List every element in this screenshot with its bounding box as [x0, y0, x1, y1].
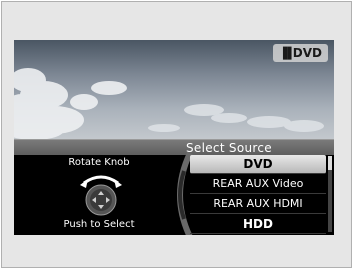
video-preview: ▐▌ DVD: [14, 40, 334, 139]
source-panel: Rotate Knob Push to Select DVD REAR AUX …: [14, 151, 334, 235]
page-frame: ▐▌ DVD Select Source Rotate Knob Push to…: [1, 1, 352, 268]
hdd-h-icon: ▐▌: [278, 46, 296, 60]
push-to-select-hint: Push to Select: [63, 219, 135, 230]
scrollbar-thumb[interactable]: [328, 156, 332, 170]
nav-screen: ▐▌ DVD Select Source Rotate Knob Push to…: [14, 40, 334, 235]
source-badge: ▐▌ DVD: [272, 44, 328, 62]
scrollbar[interactable]: [328, 156, 332, 232]
source-list: DVD REAR AUX Video REAR AUX HDMI HDD: [177, 151, 334, 235]
list-item-dvd[interactable]: DVD: [190, 155, 326, 174]
source-badge-label: DVD: [292, 46, 322, 60]
interface-dial-icon: [80, 175, 122, 216]
list-item-rear-aux-hdmi[interactable]: REAR AUX HDMI: [190, 195, 326, 214]
select-source-title: Select Source: [186, 141, 272, 155]
rotate-knob-hint: Rotate Knob: [68, 157, 130, 168]
list-item-rear-aux-video[interactable]: REAR AUX Video: [190, 175, 326, 194]
list-item-hdd[interactable]: HDD: [190, 215, 326, 234]
